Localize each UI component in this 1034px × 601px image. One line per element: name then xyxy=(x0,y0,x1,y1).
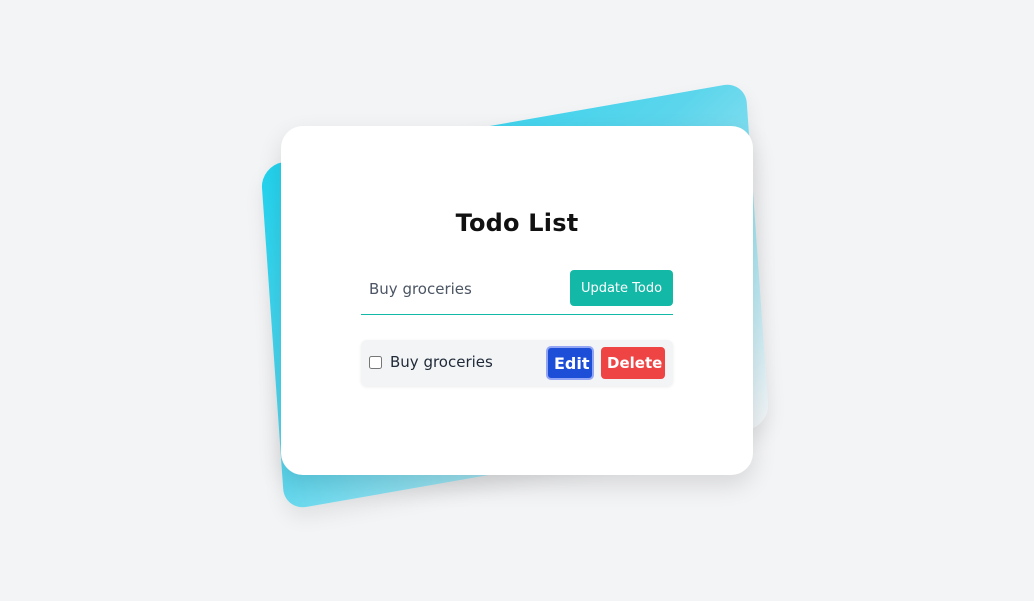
page-title: Todo List xyxy=(455,209,579,237)
update-todo-button[interactable]: Update Todo xyxy=(570,270,673,306)
todo-card: Todo List Update Todo Buy groceries Edit… xyxy=(281,126,753,475)
todo-checkbox[interactable] xyxy=(369,356,382,369)
todo-input[interactable] xyxy=(361,270,577,308)
edit-button[interactable]: Edit xyxy=(546,346,594,380)
list-item: Buy groceries Edit Delete xyxy=(361,340,673,386)
todo-text: Buy groceries xyxy=(390,353,493,371)
todo-form: Update Todo xyxy=(361,270,673,315)
delete-button[interactable]: Delete xyxy=(601,347,665,379)
